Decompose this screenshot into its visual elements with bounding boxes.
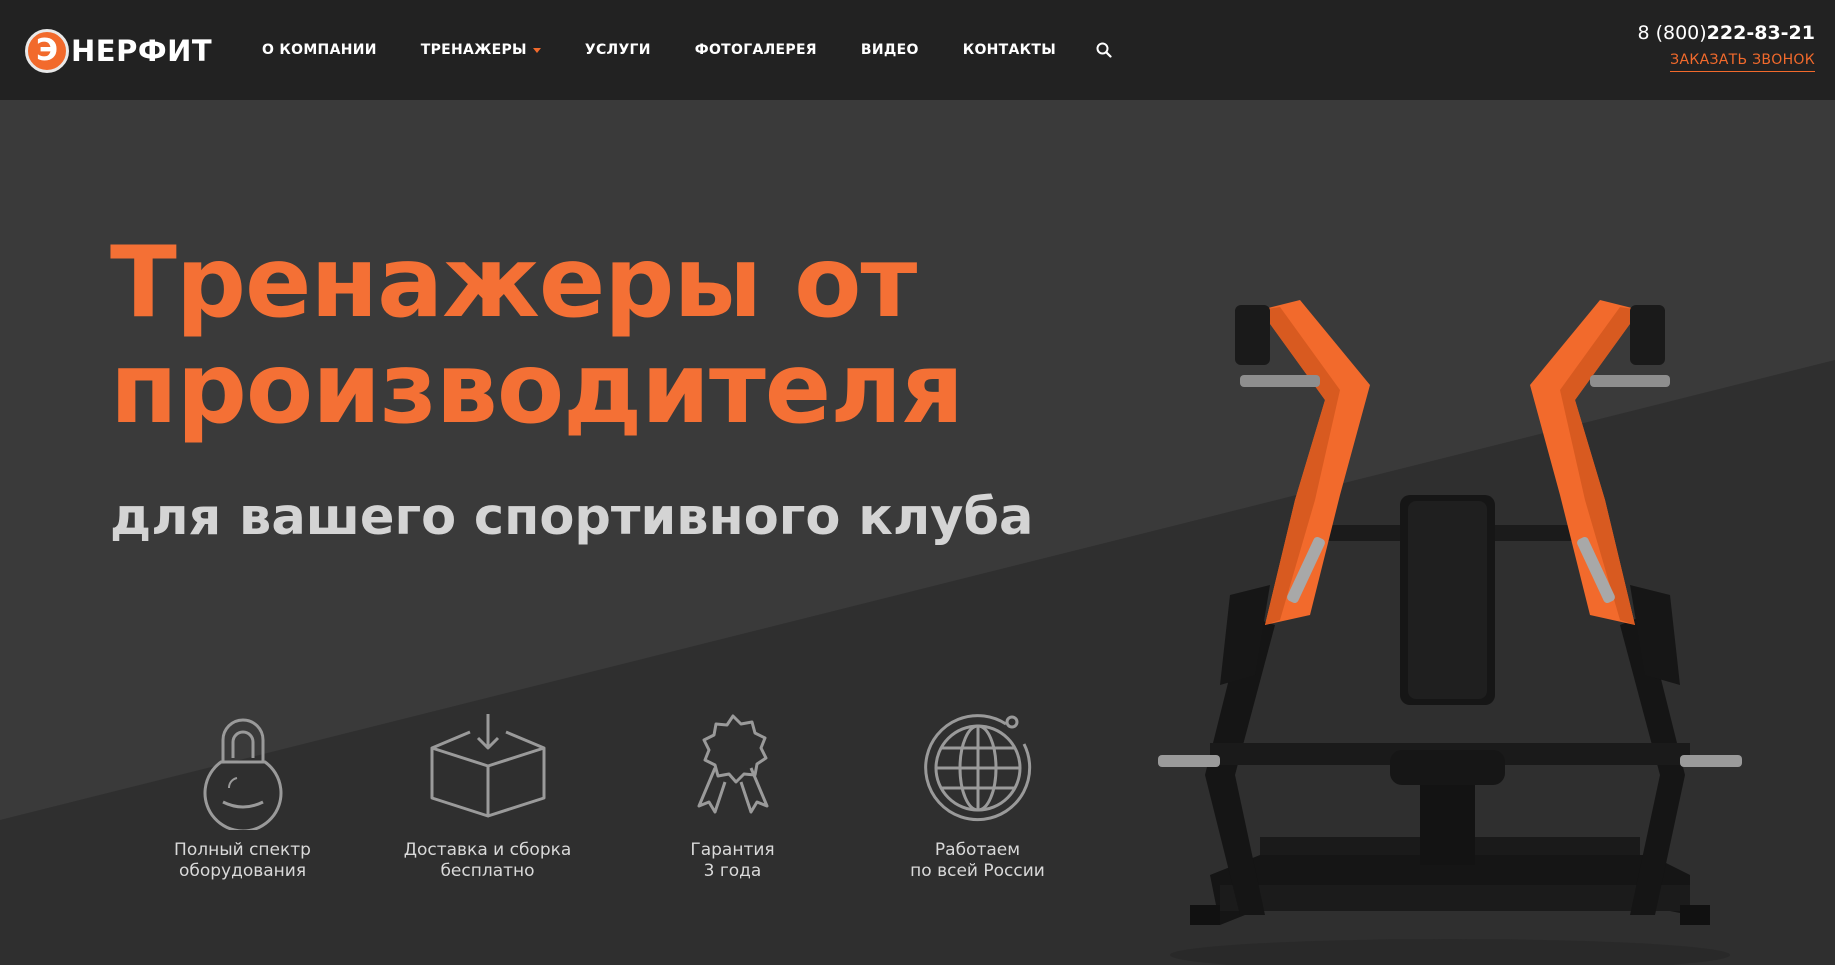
nav-item-label: О КОМПАНИИ [262,42,377,58]
nav-item-label: ФОТОГАЛЕРЕЯ [694,42,817,58]
caret-down-icon [532,47,541,53]
chest-press-machine-image [1158,300,1742,965]
headline-line-2: производителя [110,332,964,446]
logo-text: НЕРФИТ [71,34,213,68]
features-list: Полный спектр оборудования Доставка и сб… [120,710,1100,882]
nav-item-label: КОНТАКТЫ [962,42,1057,58]
hero-subheadline: для вашего спортивного клуба [110,488,1034,547]
globe-icon [923,714,1031,822]
feature-label: Работаем по всей России [910,840,1045,881]
feature-item: Доставка и сборка бесплатно [365,710,610,882]
nav-item-about[interactable]: О КОМПАНИИ [262,42,377,58]
callback-link[interactable]: ЗАКАЗАТЬ ЗВОНОК [1670,52,1815,72]
phone-number[interactable]: 8 (800)222-83-21 [1637,22,1815,44]
feature-item: Гарантия 3 года [610,710,855,882]
feature-label: Полный спектр оборудования [174,840,311,881]
kettlebell-icon [203,718,282,830]
feature-item: Полный спектр оборудования [120,710,365,882]
hero-section: Тренажеры от производителя для вашего сп… [0,100,1835,965]
nav-item-label: ТРЕНАЖЕРЫ [420,42,527,58]
award-ribbon-icon [697,714,768,814]
logo[interactable]: Э НЕРФИТ [25,28,212,74]
headline-line-1: Тренажеры от [110,226,917,340]
feature-label: Доставка и сборка бесплатно [403,840,572,881]
nav-item-gallery[interactable]: ФОТОГАЛЕРЕЯ [695,42,817,58]
nav-item-equipment[interactable]: ТРЕНАЖЕРЫ [421,42,541,58]
main-nav: О КОМПАНИИ ТРЕНАЖЕРЫ УСЛУГИ ФОТОГАЛЕРЕЯ … [240,0,1114,100]
search-icon[interactable] [1094,40,1114,60]
site-header: Э НЕРФИТ О КОМПАНИИ ТРЕНАЖЕРЫ УСЛУГИ ФОТ… [0,0,1835,100]
nav-item-video[interactable]: ВИДЕО [861,42,919,58]
nav-item-services[interactable]: УСЛУГИ [585,42,651,58]
phone-digits: 222-83-21 [1706,22,1815,44]
nav-item-contacts[interactable]: КОНТАКТЫ [963,42,1056,58]
feature-label: Гарантия 3 года [690,840,775,881]
phone-prefix: 8 (800) [1637,22,1707,44]
logo-mark: Э [25,29,69,73]
nav-item-label: УСЛУГИ [584,42,651,58]
nav-item-label: ВИДЕО [860,42,919,58]
header-contact: 8 (800)222-83-21 ЗАКАЗАТЬ ЗВОНОК [1637,22,1815,72]
hero-headline: Тренажеры от производителя [110,230,1010,442]
box-delivery-icon [430,714,545,818]
feature-item: Работаем по всей России [855,710,1100,882]
